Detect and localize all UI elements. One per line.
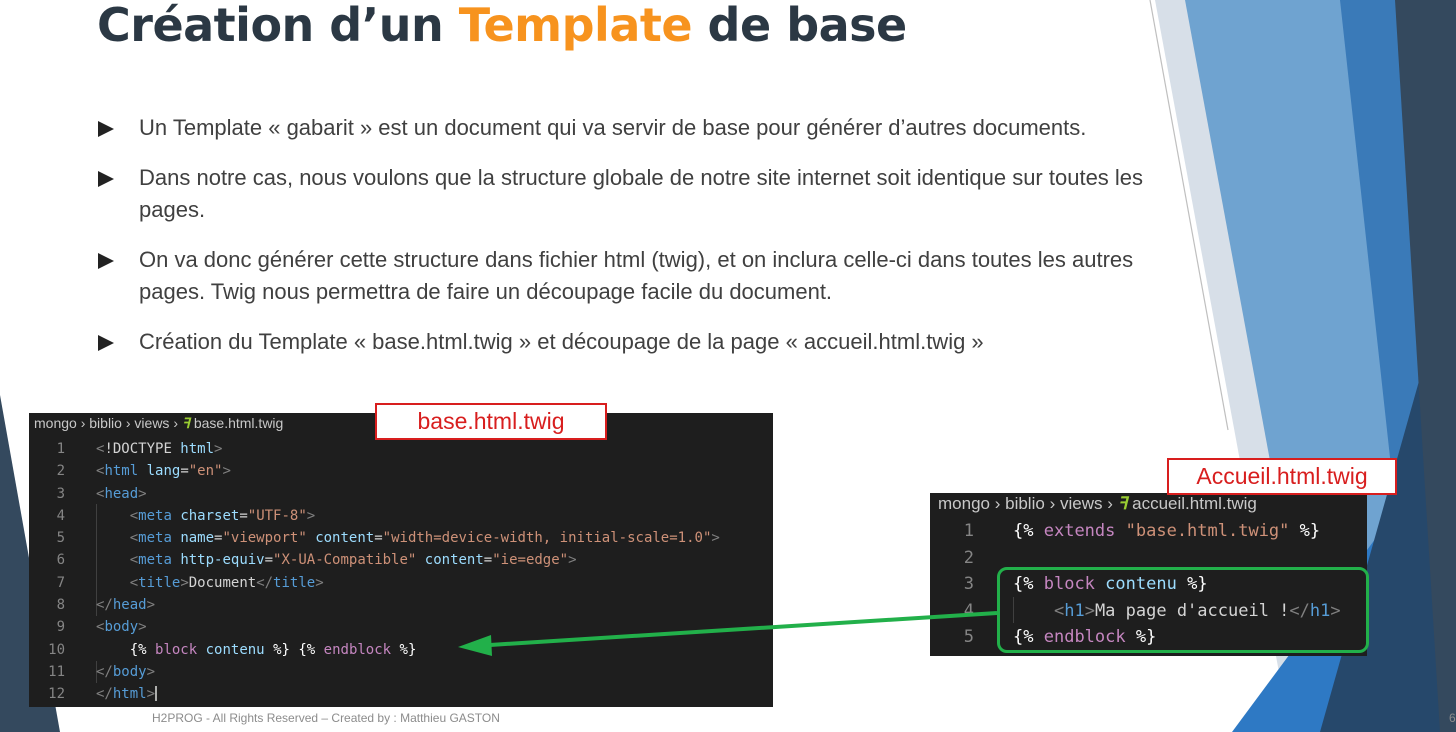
code-text: </head> bbox=[96, 597, 156, 614]
bullet-item: Un Template « gabarit » est un document … bbox=[98, 112, 1198, 145]
code-text: <!DOCTYPE html> bbox=[96, 441, 223, 457]
bullet-arrow-icon bbox=[98, 170, 114, 187]
line-number: 2 bbox=[963, 547, 974, 568]
breadcrumb: mongo › biblio › views › ꟻ accueil.html.… bbox=[938, 494, 1257, 514]
code-text: {% extends "base.html.twig" %} bbox=[1013, 521, 1321, 541]
slide-footer: H2PROG - All Rights Reserved – Created b… bbox=[152, 711, 500, 725]
line-number: 5 bbox=[56, 530, 65, 547]
code-editor-base: mongo › biblio › views › ꟻ base.html.twi… bbox=[29, 413, 773, 707]
bullet-text: Création du Template « base.html.twig » … bbox=[139, 328, 984, 354]
chevron-right-icon: › bbox=[1049, 494, 1056, 513]
code-text: <head> bbox=[96, 485, 147, 502]
code-text: <meta charset="UTF-8"> bbox=[129, 507, 316, 524]
code-line[interactable]: 8 </head> bbox=[29, 594, 773, 616]
code-text: <html lang="en"> bbox=[96, 463, 231, 480]
breadcrumb-item[interactable]: views bbox=[134, 415, 169, 431]
chevron-right-icon: › bbox=[80, 415, 86, 431]
chevron-right-icon: › bbox=[1107, 494, 1113, 513]
base-file-label: base.html.twig bbox=[375, 403, 607, 440]
breadcrumb: mongo › biblio › views › ꟻ base.html.twi… bbox=[34, 415, 283, 432]
line-number: 1 bbox=[963, 521, 974, 541]
slide-title: Création d’un Template de base bbox=[97, 0, 907, 52]
code-line[interactable]: 9 <body> bbox=[29, 616, 773, 638]
code-text: {% block contenu %} {% endblock %} bbox=[129, 641, 417, 658]
line-number: 7 bbox=[56, 574, 65, 591]
breadcrumb-file[interactable]: accueil.html.twig bbox=[1132, 494, 1257, 513]
code-text: <title>Document</title> bbox=[129, 574, 324, 591]
code-text: </html> bbox=[96, 685, 158, 703]
code-line[interactable]: 2 <html lang="en"> bbox=[29, 460, 773, 482]
text-cursor bbox=[155, 685, 158, 702]
code-line[interactable]: 10 {% block contenu %} {% endblock %} bbox=[29, 639, 773, 661]
page-number: 6 bbox=[1449, 711, 1456, 725]
twig-file-icon: ꟻ bbox=[1117, 494, 1128, 513]
bullet-list: Un Template « gabarit » est un document … bbox=[98, 112, 1198, 375]
code-line[interactable]: 12 </html> bbox=[29, 683, 773, 705]
bullet-arrow-icon bbox=[98, 121, 114, 137]
line-number: 9 bbox=[56, 619, 65, 636]
breadcrumb-item[interactable]: mongo bbox=[938, 494, 990, 513]
bullet-text: Un Template « gabarit » est un document … bbox=[139, 115, 1087, 140]
code-text: </body> bbox=[96, 663, 156, 680]
line-number: 8 bbox=[56, 597, 65, 614]
bullet-item: On va donc générer cette structure dans … bbox=[98, 244, 1198, 309]
line-number: 2 bbox=[56, 463, 65, 480]
code-line[interactable]: 5 <meta name="viewport" content="width=d… bbox=[29, 527, 773, 549]
bullet-item: Dans notre cas, nous voulons que la stru… bbox=[98, 162, 1198, 227]
code-line[interactable]: 3 <head> bbox=[29, 483, 773, 505]
code-line[interactable]: 1 <!DOCTYPE html> bbox=[29, 438, 773, 460]
line-number: 6 bbox=[56, 552, 65, 569]
line-number: 3 bbox=[963, 574, 974, 594]
bullet-text: On va donc générer cette structure dans … bbox=[139, 246, 1134, 305]
breadcrumb-item[interactable]: biblio bbox=[1005, 494, 1045, 513]
chevron-right-icon: › bbox=[994, 494, 1001, 513]
breadcrumb-item[interactable]: biblio bbox=[89, 415, 122, 431]
slide: Création d’un Template de base Un Templa… bbox=[0, 0, 1456, 732]
breadcrumb-item[interactable]: views bbox=[1060, 494, 1103, 513]
line-number: 1 bbox=[56, 441, 65, 457]
breadcrumb-file[interactable]: base.html.twig bbox=[194, 415, 283, 431]
code-text: <body> bbox=[96, 619, 147, 636]
line-number: 12 bbox=[48, 686, 65, 703]
breadcrumb-item[interactable]: mongo bbox=[34, 415, 77, 431]
line-number: 4 bbox=[56, 507, 65, 524]
bullet-text: Dans notre cas, nous voulons que la stru… bbox=[139, 164, 1144, 223]
accueil-file-label: Accueil.html.twig bbox=[1167, 458, 1397, 495]
bullet-arrow-icon bbox=[98, 334, 114, 351]
line-number: 11 bbox=[48, 663, 65, 680]
chevron-right-icon: › bbox=[125, 415, 131, 431]
line-number: 4 bbox=[963, 600, 974, 621]
code-line[interactable]: 4 <meta charset="UTF-8"> bbox=[29, 505, 773, 527]
bullet-item: Création du Template « base.html.twig » … bbox=[98, 326, 1198, 359]
line-number: 10 bbox=[48, 641, 65, 658]
code-text: <meta http-equiv="X-UA-Compatible" conte… bbox=[129, 552, 577, 569]
chevron-right-icon: › bbox=[173, 415, 178, 431]
bullet-arrow-icon bbox=[98, 252, 114, 269]
code-lines: 1 <!DOCTYPE html> 2 <html lang="en"> 3 <head>… bbox=[29, 438, 773, 706]
code-line[interactable]: 6 <meta http-equiv="X-UA-Compatible" con… bbox=[29, 549, 773, 571]
code-line[interactable]: 11 </body> bbox=[29, 661, 773, 683]
line-number: 3 bbox=[56, 485, 65, 502]
code-line[interactable]: 7 <title>Document</title> bbox=[29, 572, 773, 594]
twig-file-icon: ꟻ bbox=[181, 415, 190, 431]
code-text: <meta name="viewport" content="width=dev… bbox=[129, 530, 720, 547]
block-highlight-box bbox=[997, 567, 1369, 653]
code-line[interactable]: 1 {% extends "base.html.twig" %} bbox=[930, 518, 1367, 545]
line-number: 5 bbox=[963, 627, 974, 647]
